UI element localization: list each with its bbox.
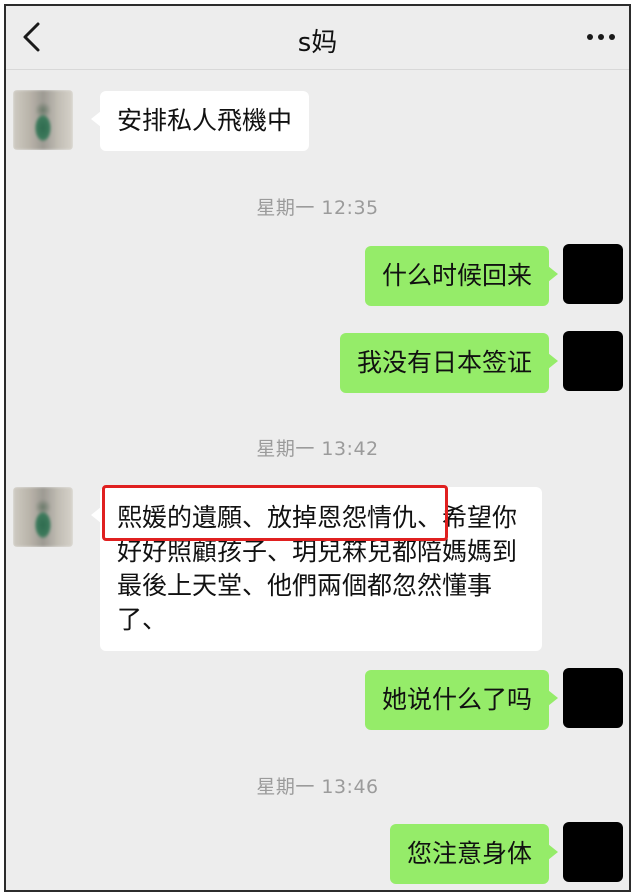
contact-avatar[interactable] xyxy=(13,90,73,150)
my-avatar[interactable] xyxy=(563,668,623,728)
sent-message[interactable]: 我没有日本签证 xyxy=(339,333,559,393)
more-dots-icon xyxy=(587,34,593,40)
more-button[interactable] xyxy=(587,30,615,44)
message-timestamp: 星期一 13:46 xyxy=(256,776,379,798)
chat-window: s妈 安排私人飛機中 星期一 12:35 什么时候回来 我没有日本签证 星期一 … xyxy=(4,4,631,892)
message-timestamp: 星期一 13:42 xyxy=(256,438,379,460)
received-message[interactable]: 安排私人飛機中 xyxy=(90,91,310,151)
my-avatar[interactable] xyxy=(563,331,623,391)
sent-message[interactable]: 什么时候回来 xyxy=(364,246,559,306)
my-avatar[interactable] xyxy=(563,244,623,304)
contact-avatar[interactable] xyxy=(13,487,73,547)
sent-message[interactable]: 您注意身体 xyxy=(389,824,559,884)
nav-bar: s妈 xyxy=(6,6,629,70)
my-avatar[interactable] xyxy=(563,822,623,882)
message-timestamp: 星期一 12:35 xyxy=(256,197,379,219)
chat-title: s妈 xyxy=(297,28,338,58)
sent-message[interactable]: 她说什么了吗 xyxy=(364,670,559,730)
received-message[interactable]: 熙媛的遺願、放掉恩怨情仇、希望你 好好照顧孩子、玥兒箖兒都陪媽媽到 最後上天堂、… xyxy=(91,487,542,651)
